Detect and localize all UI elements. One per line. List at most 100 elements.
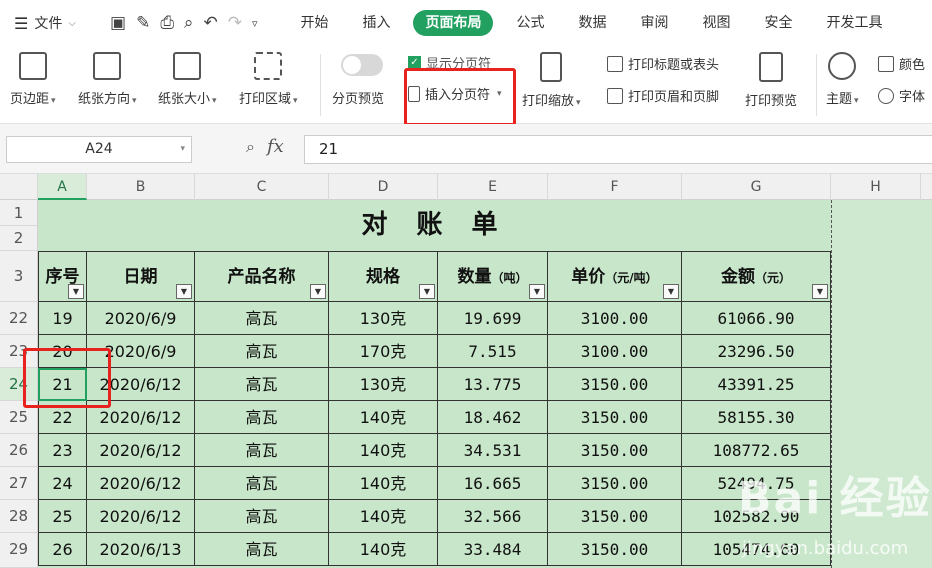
table-cell[interactable]: 3100.00 bbox=[548, 302, 682, 335]
print-icon[interactable]: ⎙ bbox=[160, 13, 174, 33]
print-scale-button[interactable]: 打印缩放 ▾ bbox=[522, 52, 581, 109]
tab-data[interactable]: 数据 bbox=[561, 10, 623, 36]
save-icon[interactable]: ▣ bbox=[110, 13, 126, 33]
paper-size-button[interactable]: 纸张大小 ▾ bbox=[158, 52, 217, 107]
filter-dropdown-icon[interactable]: ▼ bbox=[176, 284, 192, 299]
table-cell[interactable]: 高瓦 bbox=[195, 401, 329, 434]
tab-developer[interactable]: 开发工具 bbox=[809, 10, 899, 36]
table-cell[interactable]: 高瓦 bbox=[195, 335, 329, 368]
table-cell[interactable]: 130克 bbox=[329, 302, 438, 335]
table-cell[interactable]: 33.484 bbox=[438, 533, 548, 566]
table-cell[interactable]: 140克 bbox=[329, 467, 438, 500]
header-cell-amount[interactable]: 金额（元） ▼ bbox=[682, 251, 831, 302]
header-cell-date[interactable]: 日期 ▼ bbox=[87, 251, 195, 302]
row-header[interactable]: 27 bbox=[0, 467, 38, 500]
table-cell[interactable]: 34.531 bbox=[438, 434, 548, 467]
print-titles-button[interactable]: 打印标题或表头 bbox=[607, 54, 719, 73]
filter-dropdown-icon[interactable]: ▼ bbox=[68, 284, 84, 299]
table-cell[interactable]: 16.665 bbox=[438, 467, 548, 500]
row-header-1[interactable]: 1 bbox=[0, 200, 38, 226]
redo-icon[interactable]: ↷ bbox=[228, 13, 242, 33]
filter-dropdown-icon[interactable]: ▼ bbox=[310, 284, 326, 299]
table-cell[interactable]: 高瓦 bbox=[195, 434, 329, 467]
column-header-h[interactable]: H bbox=[831, 174, 921, 200]
table-cell[interactable]: 130克 bbox=[329, 368, 438, 401]
table-cell[interactable]: 高瓦 bbox=[195, 302, 329, 335]
table-cell[interactable]: 高瓦 bbox=[195, 368, 329, 401]
table-cell[interactable]: 43391.25 bbox=[682, 368, 831, 401]
row-header[interactable]: 22 bbox=[0, 302, 38, 335]
tab-formulas[interactable]: 公式 bbox=[499, 10, 561, 36]
table-cell[interactable]: 140克 bbox=[329, 434, 438, 467]
format-painter-icon[interactable]: ✎ bbox=[136, 13, 150, 33]
table-cell[interactable]: 高瓦 bbox=[195, 533, 329, 566]
table-cell[interactable]: 7.515 bbox=[438, 335, 548, 368]
orientation-button[interactable]: 纸张方向 ▾ bbox=[78, 52, 137, 107]
table-cell[interactable]: 23296.50 bbox=[682, 335, 831, 368]
tab-insert[interactable]: 插入 bbox=[345, 10, 407, 36]
row-header[interactable]: 29 bbox=[0, 533, 38, 568]
column-header-f[interactable]: F bbox=[548, 174, 682, 200]
table-cell[interactable]: 3150.00 bbox=[548, 500, 682, 533]
theme-font-button[interactable]: 字体 bbox=[878, 86, 925, 105]
select-all-corner[interactable] bbox=[0, 174, 38, 200]
table-cell[interactable]: 18.462 bbox=[438, 401, 548, 434]
table-cell[interactable]: 140克 bbox=[329, 500, 438, 533]
table-cell[interactable]: 3100.00 bbox=[548, 335, 682, 368]
table-cell[interactable]: 25 bbox=[38, 500, 87, 533]
table-cell[interactable]: 2020/6/13 bbox=[87, 533, 195, 566]
tab-view[interactable]: 视图 bbox=[685, 10, 747, 36]
theme-color-button[interactable]: 颜色 bbox=[878, 54, 925, 73]
column-header-g[interactable]: G bbox=[682, 174, 831, 200]
customize-toolbar-icon[interactable]: ▿ bbox=[252, 17, 258, 30]
table-cell[interactable]: 3150.00 bbox=[548, 467, 682, 500]
table-cell[interactable]: 23 bbox=[38, 434, 87, 467]
tab-home[interactable]: 开始 bbox=[283, 10, 345, 36]
column-header-a[interactable]: A bbox=[38, 174, 87, 200]
table-cell[interactable]: 19.699 bbox=[438, 302, 548, 335]
tab-page-layout[interactable]: 页面布局 bbox=[413, 10, 494, 36]
table-cell[interactable]: 19 bbox=[38, 302, 87, 335]
column-header-b[interactable]: B bbox=[87, 174, 195, 200]
table-cell[interactable]: 170克 bbox=[329, 335, 438, 368]
name-box[interactable]: A24 ▾ bbox=[6, 136, 192, 163]
page-break-preview-button[interactable]: 分页预览 bbox=[332, 88, 384, 107]
table-cell[interactable]: 2020/6/12 bbox=[87, 467, 195, 500]
table-cell[interactable]: 61066.90 bbox=[682, 302, 831, 335]
header-cell-quantity[interactable]: 数量（吨） ▼ bbox=[438, 251, 548, 302]
table-cell[interactable]: 26 bbox=[38, 533, 87, 566]
table-cell[interactable]: 140克 bbox=[329, 401, 438, 434]
row-header[interactable]: 28 bbox=[0, 500, 38, 533]
tab-security[interactable]: 安全 bbox=[747, 10, 809, 36]
print-area-button[interactable]: 打印区域 ▾ bbox=[239, 52, 298, 107]
undo-icon[interactable]: ↶ bbox=[203, 13, 217, 33]
page-margin-button[interactable]: 页边距 ▾ bbox=[10, 52, 56, 107]
page-break-preview-toggle[interactable] bbox=[341, 54, 383, 76]
column-header-e[interactable]: E bbox=[438, 174, 548, 200]
tab-review[interactable]: 审阅 bbox=[623, 10, 685, 36]
filter-dropdown-icon[interactable]: ▼ bbox=[529, 284, 545, 299]
header-cell-spec[interactable]: 规格 ▼ bbox=[329, 251, 438, 302]
row-header-3[interactable]: 3 bbox=[0, 251, 38, 302]
table-cell[interactable]: 2020/6/12 bbox=[87, 434, 195, 467]
filter-dropdown-icon[interactable]: ▼ bbox=[663, 284, 679, 299]
chevron-down-icon[interactable]: ▾ bbox=[180, 137, 185, 162]
table-cell[interactable]: 2020/6/12 bbox=[87, 500, 195, 533]
header-cell-product[interactable]: 产品名称 ▼ bbox=[195, 251, 329, 302]
table-cell[interactable]: 32.566 bbox=[438, 500, 548, 533]
column-header-c[interactable]: C bbox=[195, 174, 329, 200]
table-cell[interactable]: 3150.00 bbox=[548, 368, 682, 401]
print-header-footer-button[interactable]: 打印页眉和页脚 bbox=[607, 86, 719, 105]
header-cell-index[interactable]: 序号 ▼ bbox=[38, 251, 87, 302]
filter-dropdown-icon[interactable]: ▼ bbox=[419, 284, 435, 299]
table-cell[interactable]: 24 bbox=[38, 467, 87, 500]
table-cell[interactable]: 13.775 bbox=[438, 368, 548, 401]
row-header[interactable]: 26 bbox=[0, 434, 38, 467]
row-header-2[interactable]: 2 bbox=[0, 226, 38, 251]
fx-icon[interactable]: fx bbox=[267, 136, 284, 157]
table-cell[interactable]: 140克 bbox=[329, 533, 438, 566]
zoom-search-icon[interactable]: ⌕ bbox=[246, 137, 255, 157]
sheet-title[interactable]: 对 账 单 bbox=[38, 200, 831, 251]
header-cell-unit-price[interactable]: 单价（元/吨） ▼ bbox=[548, 251, 682, 302]
file-menu[interactable]: ☰ 文件 ⌵ bbox=[0, 13, 104, 33]
